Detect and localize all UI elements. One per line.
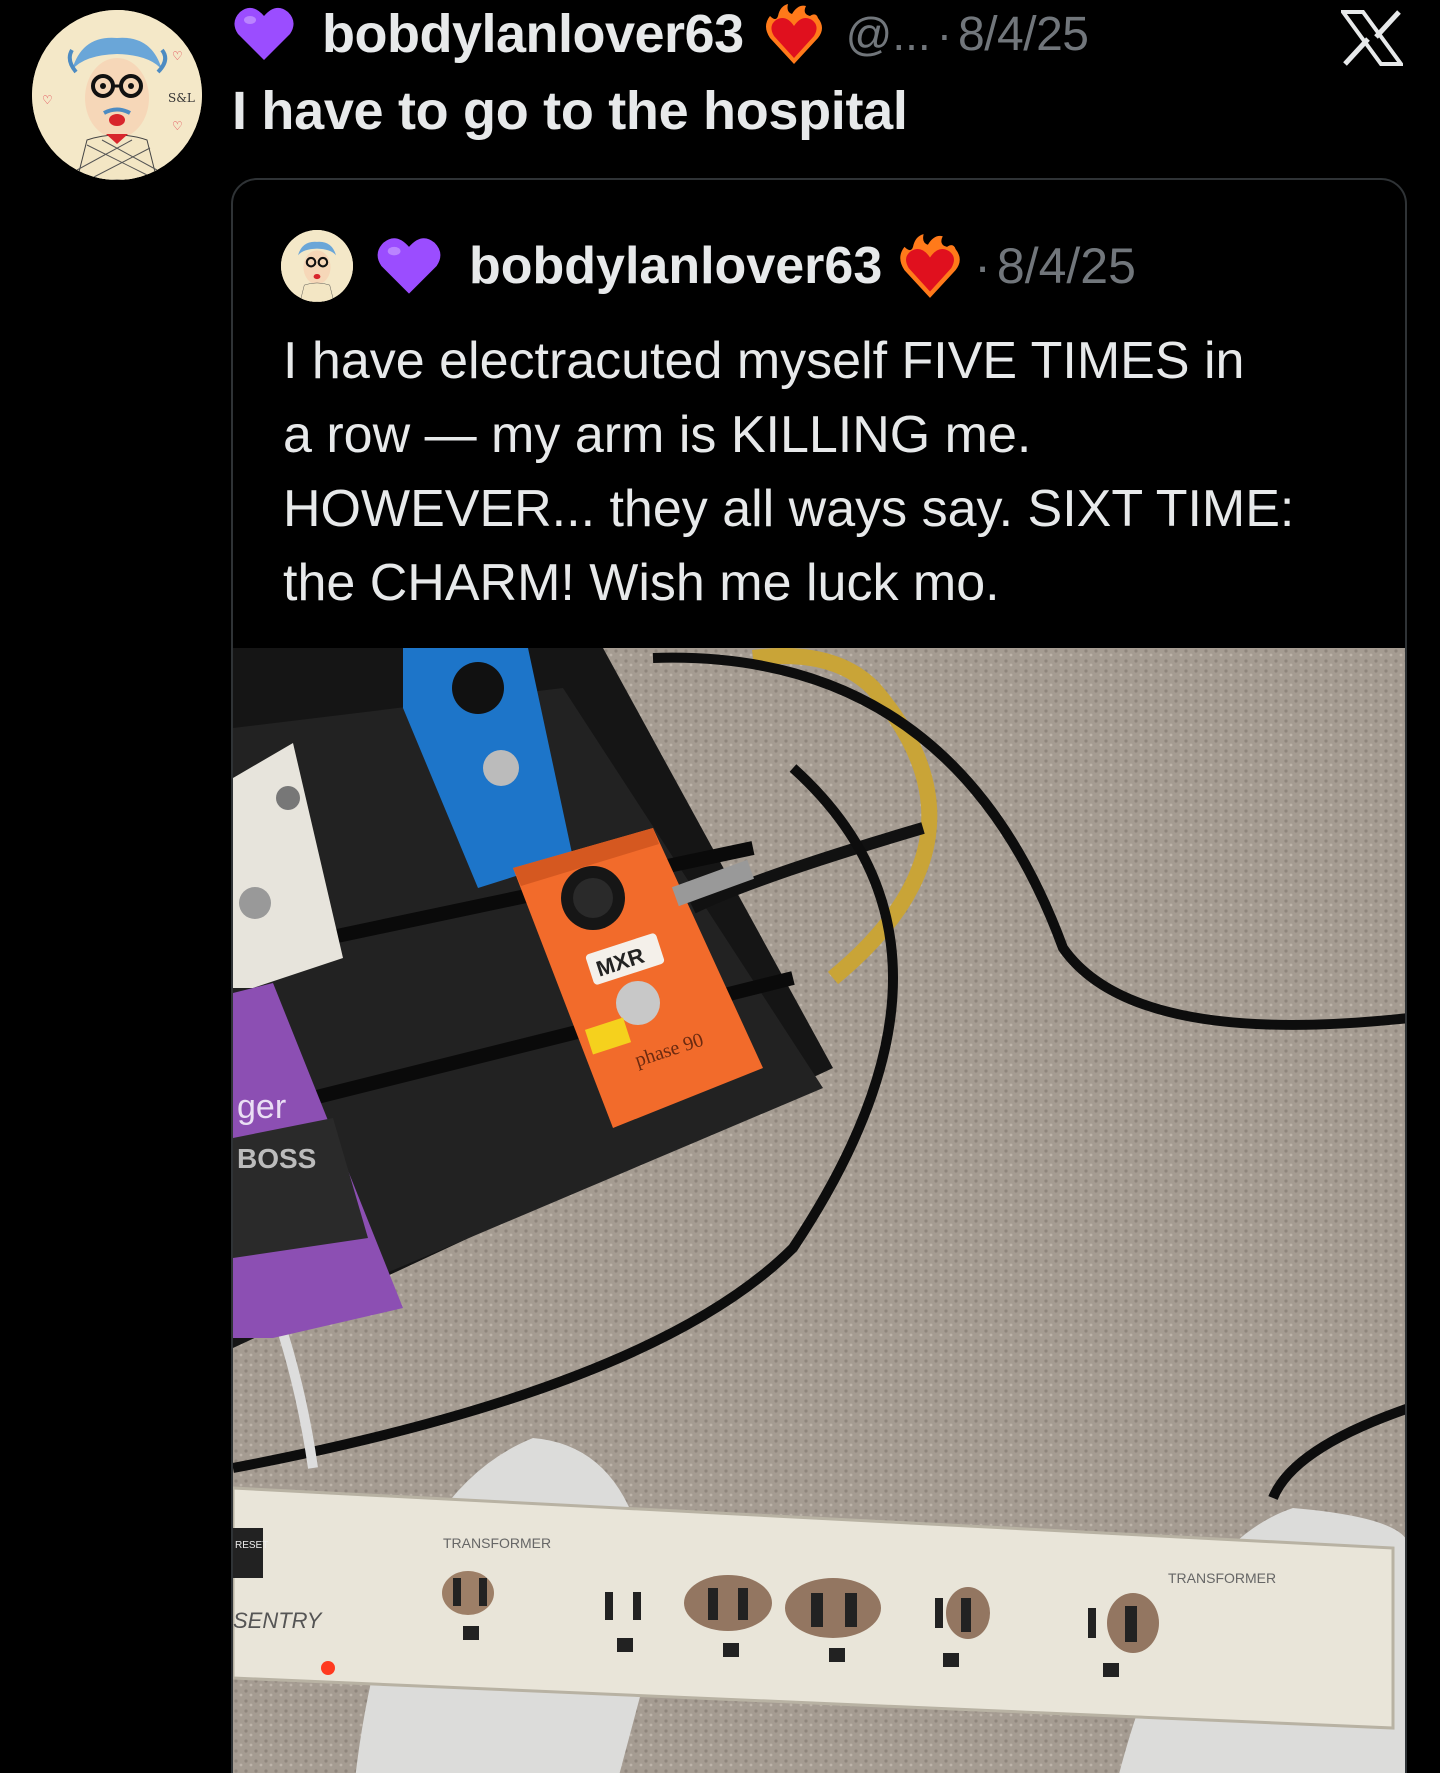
purple-heart-icon — [375, 232, 443, 300]
svg-text:♡: ♡ — [42, 93, 53, 107]
quoted-post-text: I have electracuted myself FIVE TIMES in… — [283, 324, 1383, 620]
purple-heart-icon — [232, 2, 296, 66]
photo-scene: MXR phase 90 ger BOSS RESET SENTRY TRANS… — [233, 648, 1405, 1773]
svg-text:♡: ♡ — [172, 49, 183, 63]
quoted-text-line: HOWEVER... they all ways say. SIXT TIME: — [283, 480, 1295, 538]
reset-label: RESET — [235, 1540, 268, 1551]
boss-label: BOSS — [237, 1143, 316, 1174]
pedal-label: ger — [237, 1088, 286, 1126]
transformer-label: TRANSFORMER — [1168, 1570, 1276, 1586]
quoted-post[interactable]: bobdylanlover63 · 8/4/25 I have electrac… — [231, 178, 1407, 1773]
transformer-label: TRANSFORMER — [443, 1535, 551, 1551]
separator-dot: · — [974, 238, 991, 294]
quoted-text-line: I have electracuted myself FIVE TIMES in — [283, 332, 1245, 390]
attached-photo[interactable]: MXR phase 90 ger BOSS RESET SENTRY TRANS… — [233, 648, 1405, 1773]
x-logo-icon[interactable] — [1341, 10, 1403, 66]
quoted-author-avatar[interactable] — [281, 230, 353, 302]
separator-dot: · — [936, 8, 953, 60]
post-date[interactable]: 8/4/25 — [958, 7, 1089, 62]
author-handle[interactable]: @... — [846, 7, 931, 61]
author-username[interactable]: bobdylanlover63 — [322, 3, 744, 65]
author-avatar[interactable]: S&L ♡ ♡ ♡ — [32, 10, 202, 180]
quoted-text-line: the CHARM! Wish me luck mo. — [283, 554, 1000, 612]
svg-text:S&L: S&L — [168, 91, 195, 105]
avatar-drawing: S&L ♡ ♡ ♡ — [32, 10, 202, 180]
quoted-post-header: bobdylanlover63 · 8/4/25 — [281, 230, 1136, 302]
sentry-label: SENTRY — [233, 1608, 323, 1633]
heart-on-fire-icon — [762, 2, 826, 66]
post-text: I have to go to the hospital — [232, 81, 908, 141]
svg-text:♡: ♡ — [172, 119, 183, 133]
quoted-author-username[interactable]: bobdylanlover63 — [469, 236, 882, 296]
heart-on-fire-icon — [896, 232, 964, 300]
post-header: bobdylanlover63 @... · 8/4/25 — [232, 0, 1089, 68]
quoted-post-date[interactable]: 8/4/25 — [997, 237, 1136, 295]
quoted-text-line: a row — my arm is KILLING me. — [283, 406, 1032, 464]
